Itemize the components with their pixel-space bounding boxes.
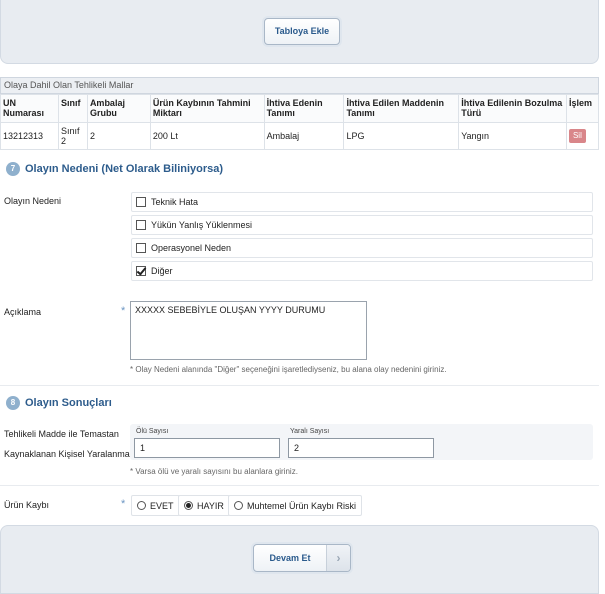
section-8-title: 8 Olayın Sonuçları: [6, 396, 112, 410]
option-label: Muhtemel Ürün Kaybı Riski: [247, 500, 357, 511]
table-row: 13212313 Sınıf 2 2 200 Lt Ambalaj LPG Ya…: [0, 122, 600, 150]
section-title-text: Olayın Nedeni (Net Olarak Biliniyorsa): [25, 163, 224, 175]
casualty-label-line1: Tehlikeli Madde ile Temastan: [4, 429, 119, 439]
dangerous-goods-table: UN Numarası Sınıf Ambalaj Grubu Ürün Kay…: [0, 94, 600, 150]
cell-amount: 200 Lt: [149, 122, 265, 150]
cause-label: Olayın Nedeni: [4, 196, 62, 206]
checkbox-icon[interactable]: [136, 243, 146, 253]
casualty-hint: * Varsa ölü ve yaralı sayısını bu alanla…: [130, 467, 298, 476]
cause-option-other[interactable]: Diğer: [131, 261, 593, 281]
dead-count-input[interactable]: 1: [134, 438, 280, 458]
radio-selected-icon[interactable]: [184, 501, 193, 510]
checkbox-icon[interactable]: [136, 220, 146, 230]
col-header-un: UN Numarası: [0, 94, 59, 123]
cell-un: 13212313: [0, 122, 59, 150]
product-loss-label: Ürün Kaybı: [4, 500, 50, 510]
cell-class: Sınıf 2: [57, 122, 88, 150]
injured-count-label: Yaralı Sayısı: [290, 428, 330, 435]
section-number-badge: 7: [6, 162, 20, 176]
dead-count-label: Ölü Sayısı: [136, 428, 169, 435]
cause-option-misloading[interactable]: Yükün Yanlış Yüklenmesi: [131, 215, 593, 235]
description-textarea[interactable]: XXXXX SEBEBİYLE OLUŞAN YYYY DURUMU: [130, 301, 367, 360]
cell-container: Ambalaj: [263, 122, 345, 150]
cell-damage: Yangın: [458, 122, 567, 150]
section-7-title: 7 Olayın Nedeni (Net Olarak Biliniyorsa): [6, 162, 223, 176]
col-header-damage: İhtiva Edilenin Bozulma Türü: [458, 94, 567, 123]
description-label: Açıklama: [4, 307, 42, 317]
col-header-action: İşlem: [565, 94, 600, 123]
radio-icon[interactable]: [137, 501, 146, 510]
loss-option-no[interactable]: HAYIR: [178, 495, 230, 516]
injured-count-input[interactable]: 2: [288, 438, 434, 458]
divider: [0, 485, 599, 486]
option-label: Diğer: [151, 266, 173, 276]
required-star-icon: *: [121, 498, 126, 510]
table-header-row: UN Numarası Sınıf Ambalaj Grubu Ürün Kay…: [0, 94, 600, 123]
radio-icon[interactable]: [234, 501, 243, 510]
description-hint: * Olay Nedeni alanında "Diğer" seçeneğin…: [130, 365, 447, 374]
checkbox-icon[interactable]: [136, 197, 146, 207]
cause-option-operational[interactable]: Operasyonel Neden: [131, 238, 593, 258]
loss-option-yes[interactable]: EVET: [131, 495, 180, 516]
col-header-substance: İhtiva Edilen Maddenin Tanımı: [343, 94, 460, 123]
delete-row-button[interactable]: Sil: [568, 129, 586, 143]
col-header-amount: Ürün Kaybının Tahmini Miktarı: [149, 94, 265, 123]
continue-label: Devam Et: [269, 553, 311, 563]
cell-substance: LPG: [343, 122, 460, 150]
option-label: HAYIR: [197, 500, 224, 511]
continue-button[interactable]: Devam Et ›: [253, 544, 351, 572]
required-star-icon: *: [121, 305, 126, 317]
option-label: Operasyonel Neden: [151, 243, 232, 253]
section-title-text: Olayın Sonuçları: [25, 397, 112, 409]
loss-option-possible-risk[interactable]: Muhtemel Ürün Kaybı Riski: [228, 495, 363, 516]
checkbox-checked-icon[interactable]: [136, 266, 146, 276]
casualty-label-line2: Kaynaklanan Kişisel Yaralanma: [4, 449, 130, 459]
cause-option-technical[interactable]: Teknik Hata: [131, 192, 593, 212]
option-label: Yükün Yanlış Yüklenmesi: [151, 220, 253, 230]
cell-pack-group: 2: [86, 122, 151, 150]
col-header-container: İhtiva Edenin Tanımı: [263, 94, 345, 123]
chevron-right-icon: ›: [326, 545, 350, 571]
option-label: EVET: [150, 500, 174, 511]
goods-table-caption: Olaya Dahil Olan Tehlikeli Mallar: [0, 77, 599, 94]
option-label: Teknik Hata: [151, 197, 199, 207]
divider: [0, 385, 599, 386]
cell-action: Sil: [565, 122, 600, 150]
col-header-class: Sınıf: [57, 94, 88, 123]
section-number-badge: 8: [6, 396, 20, 410]
add-to-table-button[interactable]: Tabloya Ekle: [264, 18, 340, 45]
col-header-pack-group: Ambalaj Grubu: [86, 94, 151, 123]
